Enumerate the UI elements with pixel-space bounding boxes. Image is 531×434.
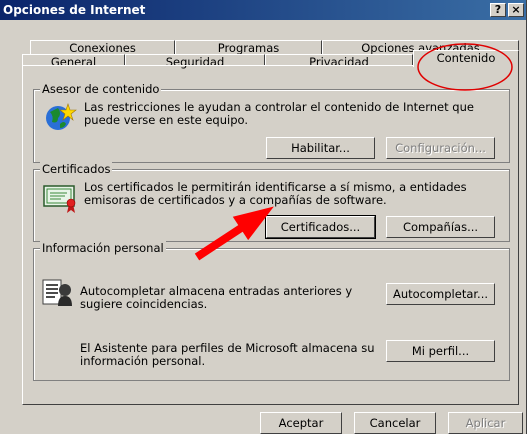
content-advisor-title: Asesor de contenido <box>40 82 162 96</box>
certificates-description: Los certificados le permitirán identific… <box>84 180 467 207</box>
publishers-button[interactable]: Compañías... <box>386 216 495 238</box>
profile-description: El Asistente para perfiles de Microsoft … <box>80 341 375 368</box>
my-profile-button[interactable]: Mi perfil... <box>386 340 495 362</box>
autocomplete-description: Autocompletar almacena entradas anterior… <box>80 284 353 311</box>
certificates-group: Certificados Los certificados le permiti… <box>33 162 510 242</box>
internet-options-dialog: Opciones de Internet ? × Conexiones Prog… <box>0 0 527 434</box>
tab-panel: Asesor de contenido Las restricciones le… <box>22 65 519 405</box>
tab-programas[interactable]: Programas <box>175 40 322 55</box>
tab-contenido[interactable]: Contenido <box>413 50 519 67</box>
ok-button[interactable]: Aceptar <box>260 412 342 434</box>
content-advisor-description: Las restricciones le ayudan a controlar … <box>84 100 474 127</box>
content-advisor-globe-icon <box>46 103 77 130</box>
personal-info-title: Información personal <box>40 241 166 255</box>
certificates-title: Certificados <box>40 162 113 176</box>
help-button[interactable]: ? <box>490 3 506 17</box>
apply-button[interactable]: Aplicar <box>448 412 523 434</box>
cancel-button[interactable]: Cancelar <box>354 412 436 434</box>
settings-button[interactable]: Configuración... <box>386 137 495 159</box>
tab-conexiones[interactable]: Conexiones <box>30 40 175 55</box>
autocomplete-icon <box>42 279 72 306</box>
title-bar[interactable]: Opciones de Internet ? × <box>0 0 526 20</box>
certificates-button[interactable]: Certificados... <box>265 215 376 239</box>
close-button[interactable]: × <box>508 3 524 17</box>
autocomplete-button[interactable]: Autocompletar... <box>386 283 495 305</box>
certificate-icon <box>43 185 76 213</box>
personal-info-group: Información personal Autocompletar almac… <box>33 241 510 381</box>
window-title: Opciones de Internet <box>3 3 146 17</box>
content-advisor-group: Asesor de contenido Las restricciones le… <box>33 82 510 163</box>
enable-button[interactable]: Habilitar... <box>266 137 375 159</box>
